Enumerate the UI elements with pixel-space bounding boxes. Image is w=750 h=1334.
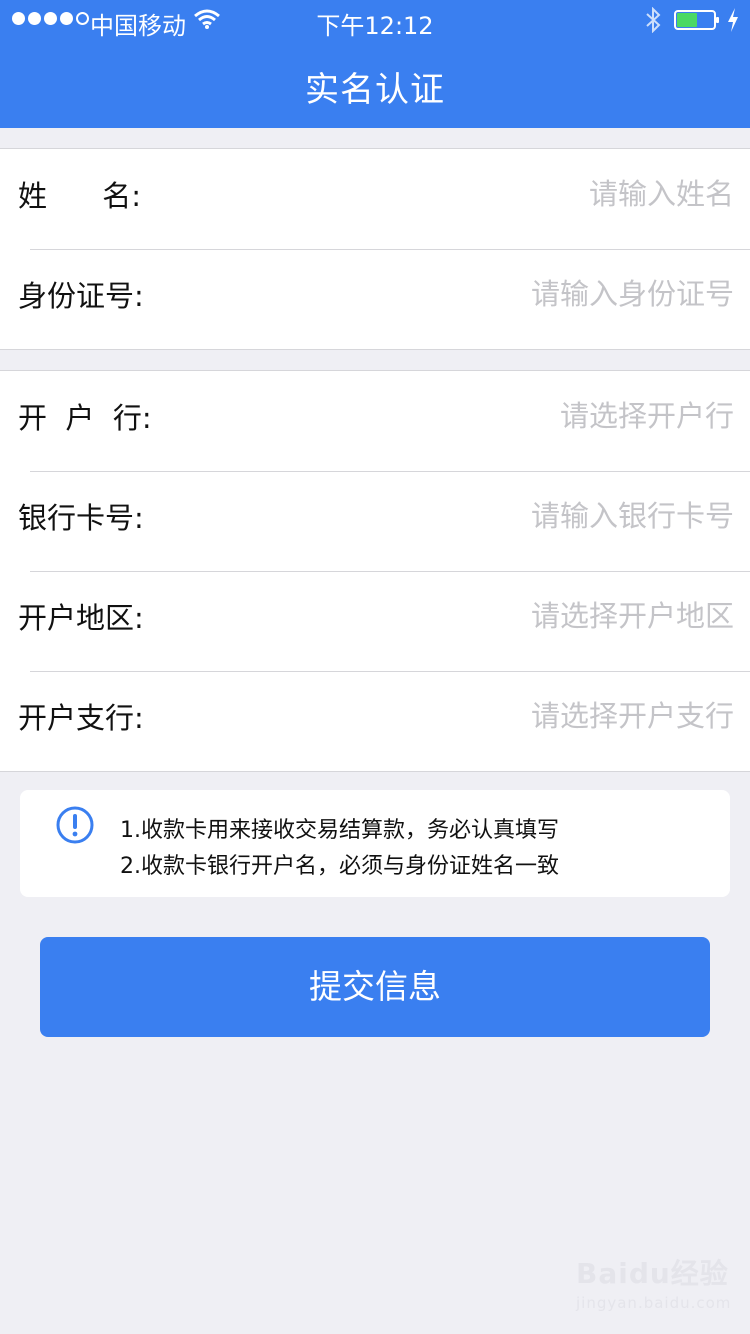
battery-icon — [674, 10, 719, 30]
status-time: 下午12:12 — [316, 12, 434, 40]
card-number-row: 银行卡号: — [0, 471, 750, 571]
info-icon — [56, 806, 94, 844]
id-number-label: 身份证号: — [18, 279, 144, 313]
watermark-url: jingyan.baidu.com — [576, 1294, 732, 1312]
charging-icon — [728, 8, 738, 32]
top-bar: 中国移动 下午12:12 实名认证 — [0, 0, 750, 128]
bank-select[interactable] — [314, 399, 734, 433]
region-select[interactable] — [314, 599, 734, 633]
page-title: 实名认证 — [305, 70, 445, 110]
name-input[interactable] — [314, 177, 734, 211]
branch-row[interactable]: 开户支行: — [0, 671, 750, 771]
card-number-input[interactable] — [314, 499, 734, 533]
bank-section: 开 户 行: 银行卡号: 开户地区: 开户支行: — [0, 370, 750, 772]
bank-label: 开 户 行: — [18, 401, 152, 435]
notice-line-2: 2.收款卡银行开户名，必须与身份证姓名一致 — [120, 854, 559, 879]
status-bar: 中国移动 下午12:12 — [0, 0, 750, 40]
notice-box: 1.收款卡用来接收交易结算款，务必认真填写 2.收款卡银行开户名，必须与身份证姓… — [20, 790, 730, 897]
bluetooth-icon — [646, 7, 661, 33]
region-label: 开户地区: — [18, 601, 144, 635]
branch-select[interactable] — [314, 699, 734, 733]
watermark: Baidu经验 jingyan.baidu.com — [576, 1252, 731, 1312]
notice-line-1: 1.收款卡用来接收交易结算款，务必认真填写 — [120, 818, 559, 843]
card-number-label: 银行卡号: — [18, 501, 144, 535]
branch-label: 开户支行: — [18, 701, 144, 735]
identity-section: 姓 名: 身份证号: — [0, 148, 750, 350]
watermark-brand: Baidu经验 — [576, 1257, 729, 1290]
bank-row[interactable]: 开 户 行: — [0, 371, 750, 471]
name-row: 姓 名: — [0, 149, 750, 249]
id-number-row: 身份证号: — [0, 249, 750, 349]
name-label: 姓 名: — [18, 179, 142, 213]
region-row[interactable]: 开户地区: — [0, 571, 750, 671]
id-number-input[interactable] — [314, 277, 734, 311]
submit-button[interactable]: 提交信息 — [40, 937, 710, 1037]
